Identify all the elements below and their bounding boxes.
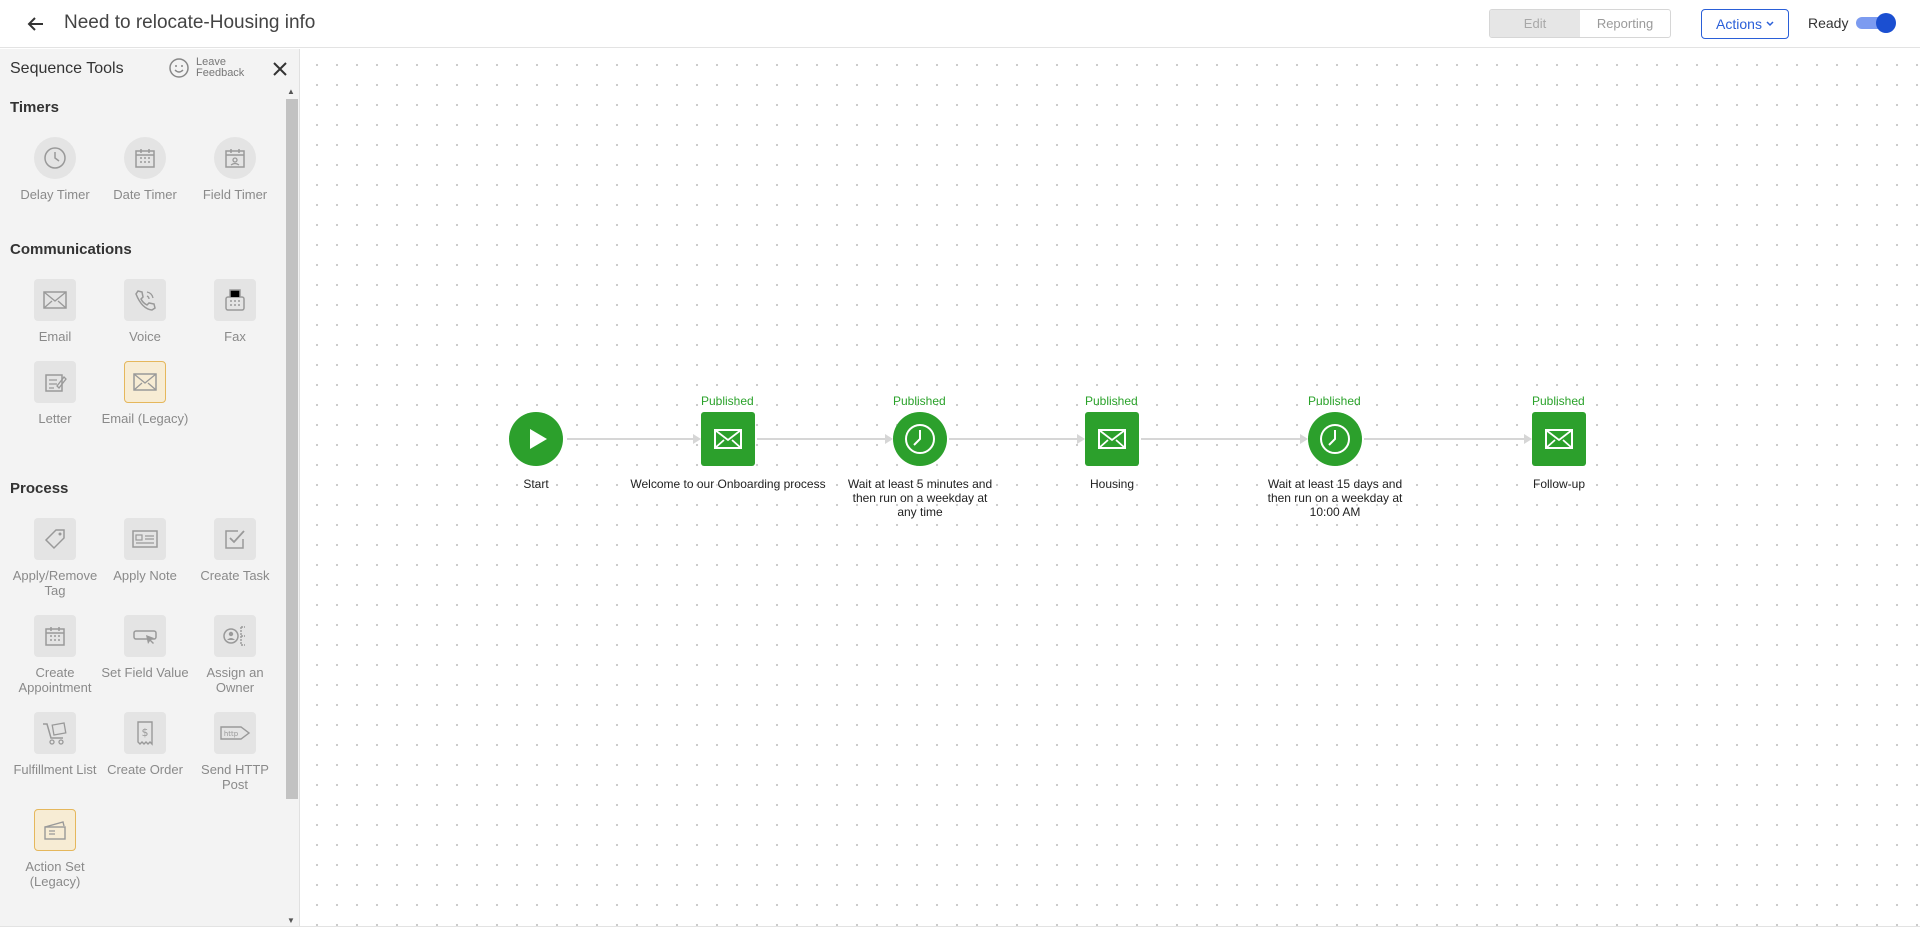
tool-email-legacy[interactable]: Email (Legacy) [100,361,190,426]
top-bar: Need to relocate-Housing info Edit Repor… [0,0,1920,48]
section-title-timers: Timers [10,99,59,116]
reporting-tab[interactable]: Reporting [1580,10,1670,37]
panel-title: Sequence Tools [10,60,124,77]
flow-node-email-housing[interactable] [1085,412,1139,466]
section-title-communications: Communications [10,241,132,258]
http-icon: http [214,712,256,754]
flow-node-timer-5-minutes[interactable] [893,412,947,466]
node-label: Start [523,477,549,491]
play-icon [509,412,563,466]
node-label: Welcome to our Onboarding process [630,477,826,491]
action-set-icon [34,809,76,851]
ready-toggle[interactable] [1856,13,1896,33]
close-icon[interactable] [270,59,290,79]
tool-email[interactable]: Email [10,279,100,344]
tool-send-http-post[interactable]: http Send HTTP Post [190,712,280,792]
tools-list[interactable]: Timers Delay Timer Date Timer Field Time… [0,89,300,926]
tool-delay-timer[interactable]: Delay Timer [10,137,100,202]
owner-icon [214,615,256,657]
tool-set-field-value[interactable]: Set Field Value [100,615,190,680]
smiley-icon [169,58,189,78]
arrow-head-2 [885,434,893,444]
arrow-head-3 [1077,434,1085,444]
calendar-icon [124,137,166,179]
ready-label: Ready [1808,15,1849,31]
node-label: Follow-up [1532,477,1586,491]
letter-icon [34,361,76,403]
scroll-down-arrow-icon[interactable]: ▼ [287,916,295,925]
envelope-icon [34,279,76,321]
sequence-canvas[interactable]: Start Published Welcome to our Onboardin… [301,49,1920,926]
arrow-head-4 [1300,434,1308,444]
field-calendar-icon [214,137,256,179]
arrow-head-5 [1524,434,1532,444]
note-icon [124,518,166,560]
tool-create-appointment[interactable]: Create Appointment [10,615,100,695]
tool-apply-note[interactable]: Apply Note [100,518,190,583]
back-arrow-icon[interactable] [24,12,48,36]
node-status: Published [701,394,754,408]
envelope-icon [124,361,166,403]
node-status: Published [1308,394,1361,408]
page-title: Need to relocate-Housing info [64,12,316,33]
task-icon [214,518,256,560]
tool-letter[interactable]: Letter [10,361,100,426]
node-status: Published [1085,394,1138,408]
fax-icon [214,279,256,321]
clock-icon [34,137,76,179]
tool-create-task[interactable]: Create Task [190,518,280,583]
mode-switch: Edit Reporting [1489,9,1671,38]
order-icon: $ [124,712,166,754]
svg-text:$: $ [142,726,149,739]
tool-assign-owner[interactable]: Assign an Owner [190,615,280,695]
tool-date-timer[interactable]: Date Timer [100,137,190,202]
sidebar-scrollbar[interactable]: ▲ ▼ [283,87,299,926]
actions-label: Actions [1716,16,1762,32]
tool-action-set-legacy[interactable]: Action Set (Legacy) [10,809,100,889]
edit-tab[interactable]: Edit [1490,10,1580,37]
clock-icon [1308,412,1362,466]
node-status: Published [893,394,946,408]
flow-node-start[interactable] [509,412,563,466]
tool-apply-remove-tag[interactable]: Apply/Remove Tag [10,518,100,598]
scroll-thumb[interactable] [286,99,298,799]
node-label: Wait at least 15 days and then run on a … [1267,477,1403,519]
clock-icon [893,412,947,466]
tool-field-timer[interactable]: Field Timer [190,137,280,202]
actions-button[interactable]: Actions [1701,9,1789,39]
bottom-border [0,926,1920,927]
section-title-process: Process [10,480,69,497]
flow-node-email-welcome[interactable] [701,412,755,466]
flow-node-email-follow-up[interactable] [1532,412,1586,466]
envelope-icon [1532,412,1586,466]
tool-voice[interactable]: Voice [100,279,190,344]
node-label: Housing [1089,477,1135,491]
tool-fulfillment-list[interactable]: Fulfillment List [10,712,100,777]
tag-icon [34,518,76,560]
arrow-head-1 [693,434,701,444]
node-status: Published [1532,394,1585,408]
envelope-icon [1085,412,1139,466]
scroll-up-arrow-icon[interactable]: ▲ [287,87,295,96]
chevron-down-icon [1766,21,1774,27]
fulfillment-icon [34,712,76,754]
flow-node-timer-15-days[interactable] [1308,412,1362,466]
field-value-icon [124,615,166,657]
feedback-label: Leave Feedback [196,56,245,79]
envelope-icon [701,412,755,466]
phone-icon [124,279,166,321]
leave-feedback-button[interactable]: Leave Feedback [168,57,254,79]
tool-fax[interactable]: Fax [190,279,280,344]
tool-create-order[interactable]: $ Create Order [100,712,190,777]
calendar-icon [34,615,76,657]
svg-text:http: http [224,730,239,738]
node-label: Wait at least 5 minutes and then run on … [847,477,993,519]
sequence-tools-panel: Sequence Tools Leave Feedback Timers Del… [0,49,300,926]
